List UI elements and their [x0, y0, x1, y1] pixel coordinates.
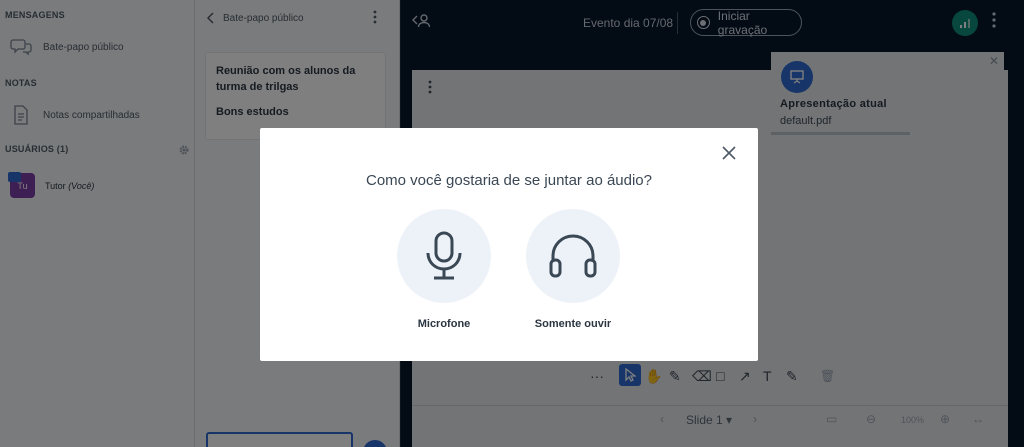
headphones-icon: [526, 209, 620, 303]
modal-title: Como você gostaria de se juntar ao áudio…: [365, 172, 652, 189]
join-audio-modal: Como você gostaria de se juntar ao áudio…: [260, 128, 758, 361]
microphone-label: Microfone: [417, 318, 471, 330]
microphone-button[interactable]: Microfone: [397, 209, 491, 330]
listen-only-button[interactable]: Somente ouvir: [526, 209, 620, 330]
close-icon[interactable]: [722, 146, 738, 162]
microphone-icon: [397, 209, 491, 303]
listen-only-label: Somente ouvir: [534, 318, 612, 330]
